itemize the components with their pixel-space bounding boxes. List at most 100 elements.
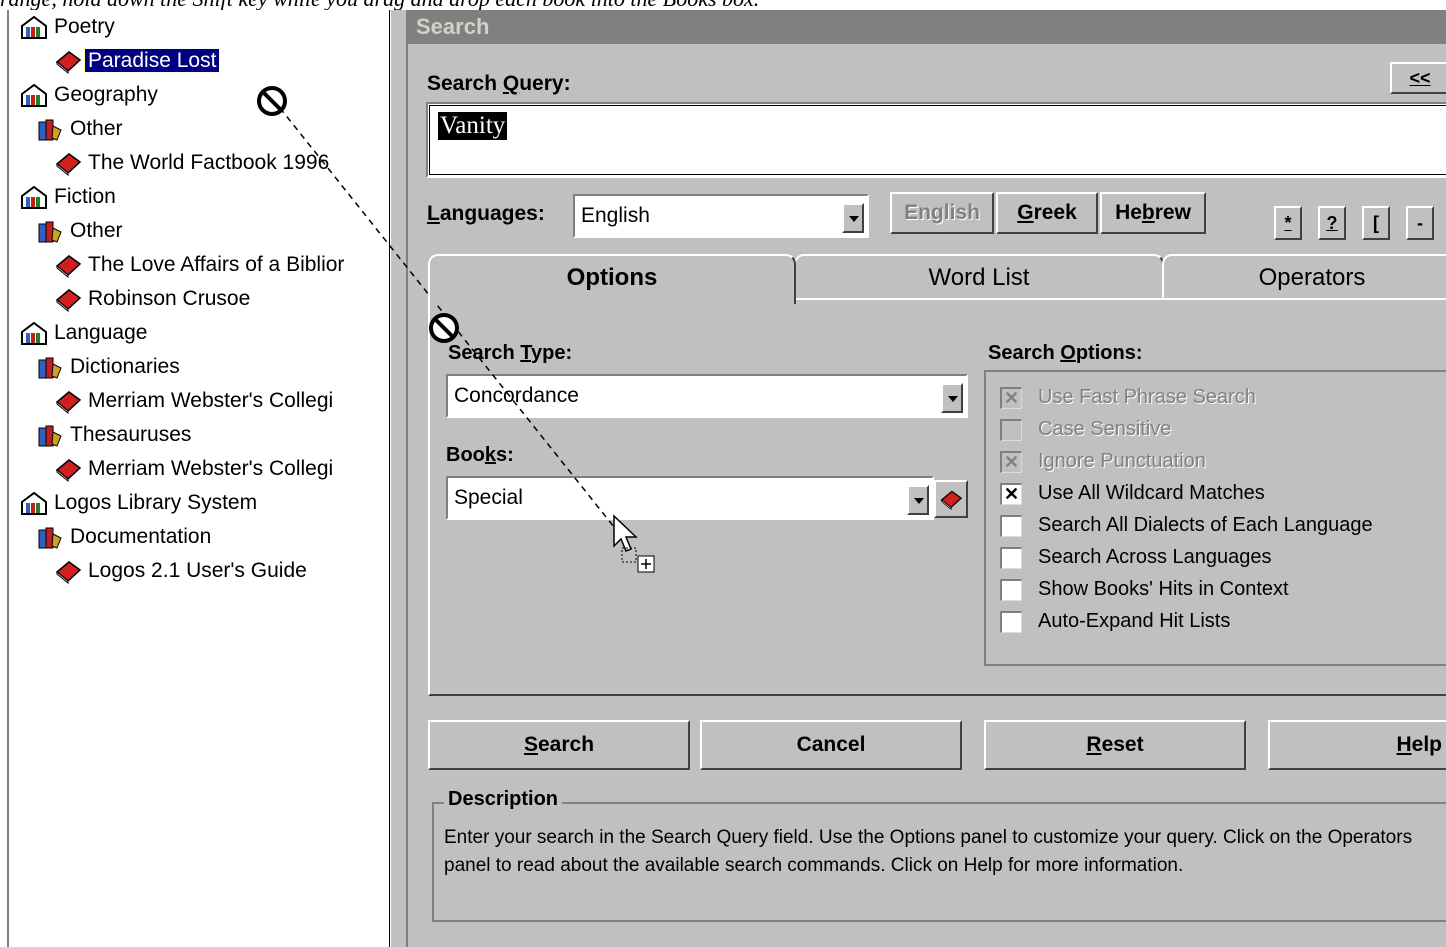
checkbox[interactable] <box>1000 515 1022 537</box>
tree-node-merriam-thesaurus[interactable]: Merriam Webster's Collegi <box>53 454 336 484</box>
book-icon <box>55 289 82 313</box>
tree-node-users-guide[interactable]: Logos 2.1 User's Guide <box>53 556 310 586</box>
symbol-label: - <box>1417 212 1423 233</box>
reset-button[interactable]: Reset <box>984 720 1246 770</box>
checkbox[interactable]: ✕ <box>1000 483 1022 505</box>
checkbox[interactable] <box>1000 547 1022 569</box>
chevron-down-icon[interactable] <box>842 203 864 233</box>
greek-button[interactable]: Greek <box>996 192 1098 234</box>
tree-node-robinson-crusoe[interactable]: Robinson Crusoe <box>53 284 253 314</box>
tree-node-geography[interactable]: Geography <box>19 80 161 110</box>
tree-node-label: Logos 2.1 User's Guide <box>88 559 307 583</box>
tree-node-fiction[interactable]: Fiction <box>19 182 119 212</box>
wildcard-star-button[interactable]: * <box>1274 206 1302 240</box>
shelf-icon <box>21 16 47 40</box>
tree-node-label: Logos Library System <box>54 491 258 515</box>
option-label: Show Books' Hits in Context <box>1038 578 1289 600</box>
tree-node-label: Other <box>70 219 123 243</box>
help-button[interactable]: Help <box>1268 720 1446 770</box>
pane-splitter[interactable] <box>391 10 408 947</box>
tree-node-label: Paradise Lost <box>83 48 221 74</box>
english-button[interactable]: English <box>890 192 994 234</box>
shelf-icon <box>21 84 47 108</box>
cancel-button[interactable]: Cancel <box>700 720 962 770</box>
search-query-label: Search Query: <box>427 72 571 95</box>
tree-node-thesauruses[interactable]: Thesauruses <box>35 420 194 450</box>
tree-node-label: Fiction <box>54 185 116 209</box>
tree-node-documentation[interactable]: Documentation <box>35 522 214 552</box>
option-label: Search Across Languages <box>1038 546 1272 568</box>
checkbox[interactable] <box>1000 611 1022 633</box>
symbol-label: ? <box>1326 212 1338 233</box>
language-select-value: English <box>581 204 650 227</box>
books-icon <box>38 119 62 142</box>
tree-node-label: Documentation <box>70 525 212 549</box>
search-query-input[interactable]: Vanity <box>426 102 1446 178</box>
search-type-select[interactable]: Concordance <box>446 374 968 418</box>
description-text: Enter your search in the Search Query fi… <box>444 827 1413 876</box>
collapse-button-label: << <box>1409 67 1431 88</box>
bracket-button[interactable]: [ <box>1362 206 1390 240</box>
checkbox[interactable] <box>1000 419 1022 441</box>
caption-text: range, hold down the Shift key while you… <box>0 0 1446 10</box>
tree-node-label: Merriam Webster's Collegi <box>88 389 334 413</box>
tree-node-label: The Love Affairs of a Biblior <box>88 253 345 277</box>
chevron-down-icon[interactable] <box>941 383 963 413</box>
checkbox[interactable]: ✕ <box>1000 387 1022 409</box>
tree-node-label: Geography <box>54 83 158 107</box>
books-icon <box>38 527 62 550</box>
tree-node-merriam-dictionary[interactable]: Merriam Webster's Collegi <box>53 386 336 416</box>
search-button[interactable]: Search <box>428 720 690 770</box>
tree-node-logos-library-system[interactable]: Logos Library System <box>19 488 260 518</box>
tab-word-list[interactable]: Word List <box>794 254 1164 300</box>
shelf-icon <box>21 186 47 210</box>
tree-node-label: The World Factbook 1996 <box>88 151 330 175</box>
tree-node-dictionaries[interactable]: Dictionaries <box>35 352 183 382</box>
dash-button[interactable]: - <box>1406 206 1434 240</box>
search-panel: Search Search Query: << Vanity Languages… <box>408 10 1446 947</box>
hebrew-button[interactable]: He b rew <box>1100 192 1206 234</box>
option-label: Use Fast Phrase Search <box>1038 386 1256 408</box>
checkbox[interactable] <box>1000 579 1022 601</box>
chevron-down-icon[interactable] <box>907 485 929 515</box>
search-options-group: ✕ Use Fast Phrase Search Case Sensitive ✕… <box>984 370 1446 666</box>
tree-node-label: Thesauruses <box>70 423 192 447</box>
tree-node-label: Merriam Webster's Collegi <box>88 457 334 481</box>
option-label: Use All Wildcard Matches <box>1038 482 1265 504</box>
shelf-icon <box>21 492 47 516</box>
tree-node-paradise-lost[interactable]: Paradise Lost <box>53 46 221 76</box>
tree-node-language[interactable]: Language <box>19 318 150 348</box>
wildcard-question-button[interactable]: ? <box>1318 206 1346 240</box>
library-tree[interactable]: Poetry Paradise Lost Geography Other The… <box>7 10 390 947</box>
tree-node-label: Robinson Crusoe <box>88 287 251 311</box>
tree-node-label: Poetry <box>54 15 115 39</box>
tree-node-other[interactable]: Other <box>35 114 126 144</box>
option-label: Search All Dialects of Each Language <box>1038 514 1373 536</box>
language-select[interactable]: English <box>573 194 869 238</box>
search-type-value: Concordance <box>454 384 579 407</box>
books-icon <box>38 357 62 380</box>
tree-node-label: Dictionaries <box>70 355 180 379</box>
book-icon <box>55 153 82 177</box>
collapse-button[interactable]: << <box>1390 62 1446 94</box>
symbol-label: * <box>1284 212 1292 233</box>
books-label: Books: <box>446 444 514 466</box>
tab-operators[interactable]: Operators <box>1162 254 1446 300</box>
tab-options[interactable]: Options <box>428 254 796 304</box>
tree-node-world-factbook[interactable]: The World Factbook 1996 <box>53 148 332 178</box>
books-select[interactable]: Special <box>446 476 934 520</box>
tree-node-other[interactable]: Other <box>35 216 126 246</box>
book-icon <box>55 255 82 279</box>
search-options-label: Search Options: <box>988 342 1143 364</box>
tree-node-love-affairs[interactable]: The Love Affairs of a Biblior <box>53 250 347 280</box>
book-icon <box>55 391 82 415</box>
tree-node-poetry[interactable]: Poetry <box>19 12 118 42</box>
book-picker-button[interactable] <box>934 480 968 518</box>
tree-node-label: Language <box>54 321 148 345</box>
symbol-label: [ <box>1373 212 1379 233</box>
option-label: Auto-Expand Hit Lists <box>1038 610 1231 632</box>
book-icon <box>55 459 82 483</box>
checkbox[interactable]: ✕ <box>1000 451 1022 473</box>
tree-node-label: Other <box>70 117 123 141</box>
search-type-label: Search Type: <box>448 342 573 364</box>
